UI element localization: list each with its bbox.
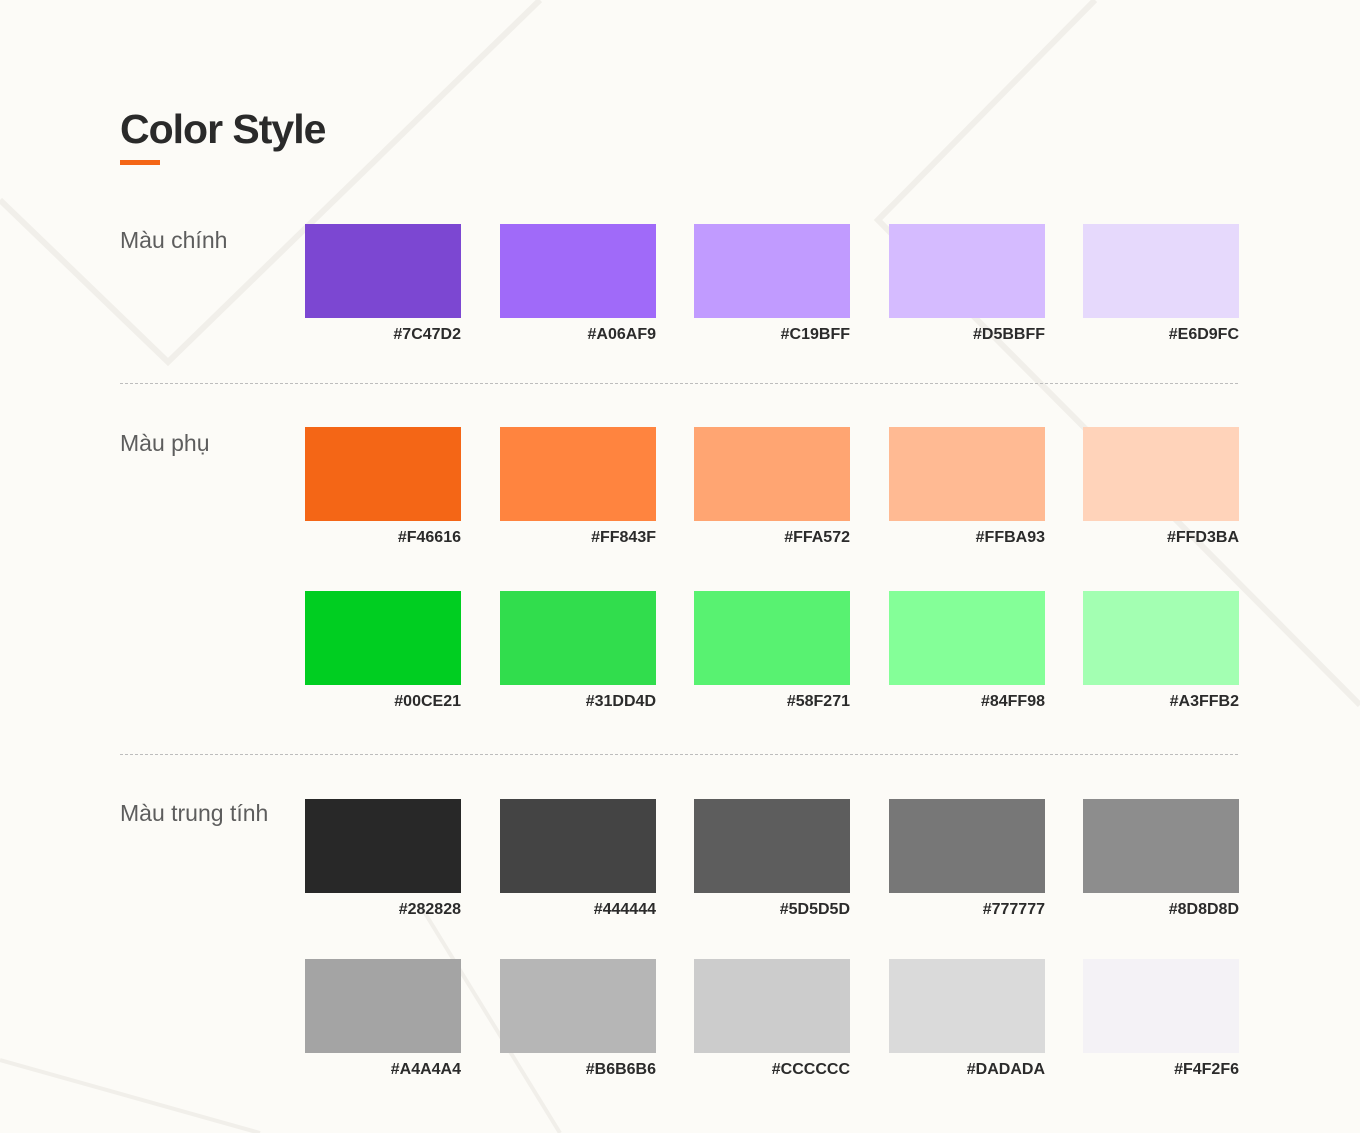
color-swatch [889,591,1045,685]
color-style-page: Color Style Màu chính #7C47D2 #A06AF9 #C19… [0,0,1360,1133]
color-swatch [305,224,461,318]
color-hex-label: #84FF98 [980,693,1045,710]
color-swatch [1083,959,1239,1053]
color-swatch [889,799,1045,893]
color-swatch [694,224,850,318]
color-hex-label: #A3FFB2 [1169,693,1239,710]
color-hex-label: #FF843F [591,529,656,546]
color-hex-label: #777777 [982,901,1045,918]
color-hex-label: #444444 [593,901,656,918]
color-swatch [500,799,656,893]
color-hex-label: #31DD4D [585,693,656,710]
color-hex-label: #8D8D8D [1168,901,1239,918]
color-hex-label: #7C47D2 [393,326,461,343]
color-hex-label: #FFD3BA [1166,529,1239,546]
color-hex-label: #DADADA [966,1061,1045,1078]
color-swatch [1083,224,1239,318]
color-swatch [500,427,656,521]
color-hex-label: #5D5D5D [779,901,850,918]
page-title: Color Style [120,106,326,152]
color-hex-label: #58F271 [786,693,850,710]
color-swatch [889,959,1045,1053]
color-hex-label: #FFA572 [784,529,850,546]
color-hex-label: #A4A4A4 [390,1061,461,1078]
swatch-row: #7C47D2 #A06AF9 #C19BFF #D5BBFF #E6D9FC [0,224,1360,354]
swatch-row: #00CE21 #31DD4D #58F271 #84FF98 #A3FFB2 [0,591,1360,721]
color-swatch [889,427,1045,521]
color-swatch [305,427,461,521]
swatch-row: #A4A4A4 #B6B6B6 #CCCCCC #DADADA #F4F2F6 [0,959,1360,1089]
color-hex-label: #00CE21 [394,693,461,710]
color-swatch [889,224,1045,318]
color-swatch [500,591,656,685]
color-swatch [305,959,461,1053]
swatch-row: #282828 #444444 #5D5D5D #777777 #8D8D8D [0,799,1360,929]
color-hex-label: #D5BBFF [972,326,1045,343]
color-swatch [500,959,656,1053]
color-hex-label: #C19BFF [780,326,850,343]
color-hex-label: #F46616 [397,529,461,546]
color-swatch [305,799,461,893]
color-swatch [694,799,850,893]
color-swatch [1083,799,1239,893]
color-hex-label: #282828 [398,901,461,918]
color-hex-label: #B6B6B6 [585,1061,656,1078]
color-swatch [694,427,850,521]
title-underline [120,160,160,165]
swatch-row: #F46616 #FF843F #FFA572 #FFBA93 #FFD3BA [0,427,1360,557]
section-divider [120,383,1238,384]
color-swatch [694,959,850,1053]
color-hex-label: #CCCCCC [771,1061,850,1078]
color-hex-label: #A06AF9 [587,326,656,343]
color-hex-label: #FFBA93 [975,529,1045,546]
color-hex-label: #F4F2F6 [1174,1061,1239,1078]
color-swatch [500,224,656,318]
color-swatch [1083,427,1239,521]
section-divider [120,754,1238,755]
color-swatch [1083,591,1239,685]
color-swatch [305,591,461,685]
color-swatch [694,591,850,685]
color-hex-label: #E6D9FC [1168,326,1239,343]
